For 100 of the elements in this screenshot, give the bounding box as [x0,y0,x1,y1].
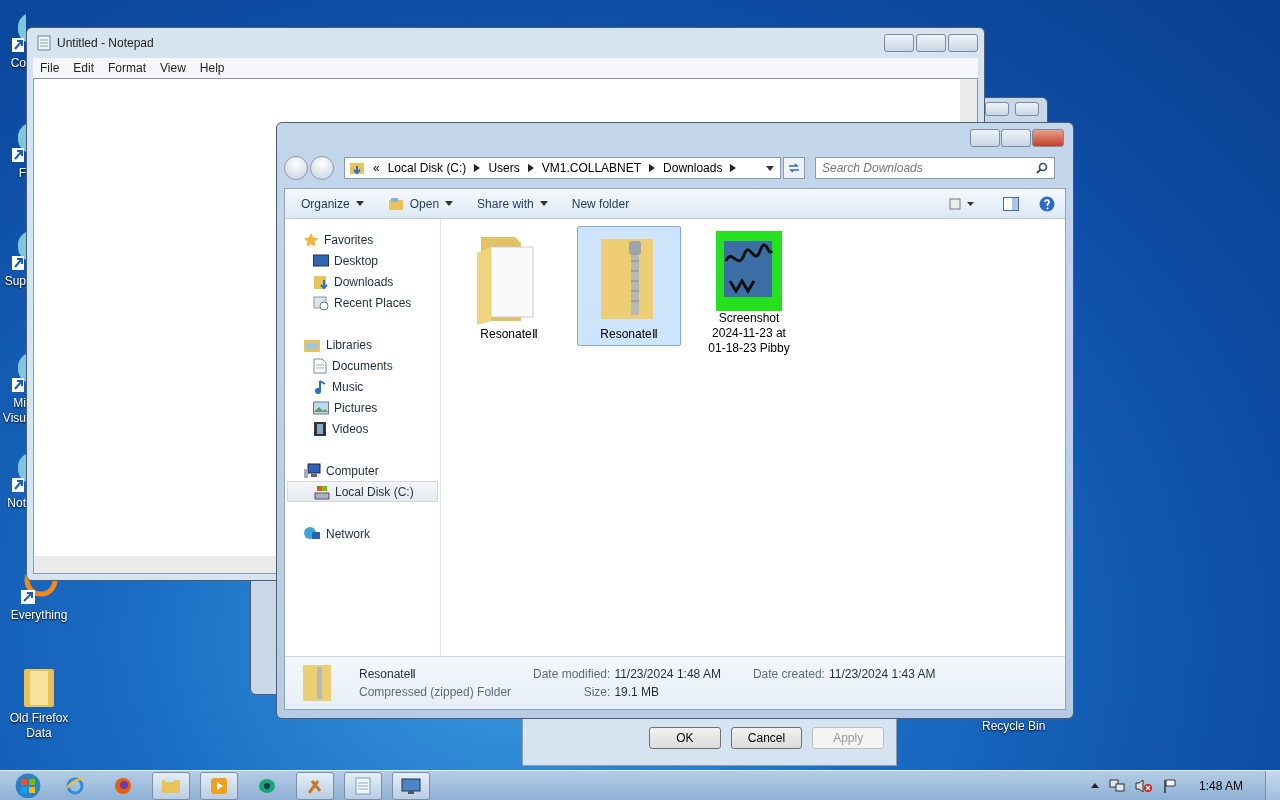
dialog-button[interactable]: OK [649,727,721,749]
nav-item[interactable]: Local Disk (C:) [287,481,438,502]
arrow-icon[interactable] [474,164,481,172]
desktop-icon-label[interactable]: Not [7,496,26,511]
desktop-icon-label[interactable]: Everything [10,608,68,623]
refresh-button[interactable] [783,157,805,179]
breadcrumb-item[interactable]: VM1.COLLABNET [541,161,642,175]
document-icon [313,357,327,374]
desktop-icon [313,253,329,268]
nav-item[interactable]: Videos [285,418,440,439]
taskbar-app-button[interactable] [296,771,334,800]
toolbar-button[interactable]: Share with [467,194,558,213]
recent-places-icon [313,294,329,311]
window-title: Untitled - Notepad [57,36,154,50]
desktop-icon-label[interactable]: Old Firefox Data [9,711,69,741]
globe-icon[interactable] [257,776,277,795]
nav-item[interactable]: Desktop [285,250,440,271]
property-value: 11/23/2024 1:48 AM [614,667,721,681]
menu-item[interactable]: File [33,61,67,75]
folder-icon [349,161,365,175]
toolbar-button[interactable]: Open [377,194,464,213]
caret-icon[interactable] [445,201,454,206]
show-desktop-button[interactable] [1265,770,1280,800]
notepad-icon [37,35,51,51]
close-button[interactable] [948,34,978,52]
menu-item[interactable]: View [153,61,193,75]
muted-speaker-icon[interactable] [1134,778,1153,793]
file-type: Compressed (zipped) Folder [359,685,509,699]
menu-item[interactable]: Help [192,61,232,75]
caret-icon[interactable] [766,165,774,171]
maximize-button[interactable] [985,102,1009,116]
arrow-icon[interactable] [649,164,656,172]
star-icon [303,231,319,248]
monitor-icon[interactable] [401,776,421,795]
property-label: Date created: [752,667,825,681]
view-options-button[interactable] [949,197,975,210]
nav-item[interactable]: Pictures [285,397,440,418]
toolbar-button[interactable]: New folder [561,194,640,213]
desktop-icon-label[interactable]: F [18,166,26,181]
forward-button[interactable] [310,156,334,180]
arrow-icon[interactable] [730,164,737,172]
desktop-icon-label[interactable]: Sup [4,274,26,289]
back-button[interactable] [284,156,308,180]
downloads-folder-icon [313,273,329,290]
network-icon [303,525,321,542]
toolbar-button[interactable]: Organize [291,194,374,213]
nav-item[interactable]: Music [285,376,440,397]
nav-item[interactable]: Computer [285,460,440,481]
refresh-icon[interactable] [787,162,801,174]
taskbar-app-button[interactable] [200,771,238,800]
breadcrumb-item[interactable]: Users [488,161,520,175]
property-label: Date modified: [533,667,611,681]
maximize-button[interactable] [916,34,946,52]
file-tile[interactable]: Screenshot 2024-11-23 at 01-18-23 Pibby [697,226,801,360]
file-tile[interactable]: ResonateⅡ [577,226,681,346]
desktop-icon-label[interactable]: Co [10,56,26,71]
nav-item[interactable]: Downloads [285,271,440,292]
help-icon[interactable] [1039,195,1055,212]
flag-icon[interactable] [1162,778,1177,793]
nav-item[interactable]: Favorites [285,229,440,250]
taskbar-app-button[interactable] [344,771,382,800]
nav-item[interactable]: Network [285,523,440,544]
browser-icon[interactable] [113,775,133,796]
file-name: ResonateⅡ [480,327,538,342]
picture-icon [313,400,329,415]
menu-item[interactable]: Format [101,61,154,75]
breadcrumb-item[interactable]: Downloads [663,161,723,175]
desktop-icon-label[interactable]: Recycle Bin [982,719,1046,733]
dialog-button[interactable]: Cancel [730,727,803,749]
taskbar-app-button[interactable] [152,771,190,800]
caret-icon[interactable] [539,201,548,206]
preview-pane-icon[interactable] [1003,196,1019,211]
show-hidden-icons-button[interactable] [1090,783,1099,788]
close-button[interactable] [1015,102,1039,116]
minimize-button[interactable] [884,34,914,52]
network-icon[interactable] [1108,778,1125,793]
maximize-button[interactable] [1001,129,1031,147]
nav-item[interactable]: Libraries [285,334,440,355]
breadcrumb-item[interactable]: Local Disk (C:) [387,161,467,175]
arrow-icon[interactable] [527,164,534,172]
file-tile[interactable]: ResonateⅡ [457,226,561,346]
nav-item[interactable]: Documents [285,355,440,376]
film-icon [313,420,327,437]
computer-icon [303,462,321,479]
address-bar[interactable]: « Local Disk (C:) Users VM1.COLLABNET Downloads [344,157,781,179]
minimize-button[interactable] [970,129,1000,147]
taskbar-app-button[interactable] [392,771,430,800]
file-name: ResonateⅡ [600,327,658,342]
file-name: Screenshot 2024-11-23 at 01-18-23 Pibby [707,311,791,356]
search-field[interactable]: Search Downloads [815,157,1055,179]
caret-icon[interactable] [355,201,364,206]
property-value: 11/23/2024 1:43 AM [828,667,936,681]
disk-drive-icon [314,483,330,500]
nav-item[interactable]: Recent Places [285,292,440,313]
clock[interactable]: 1:48 AM [1198,778,1243,793]
menu-item[interactable]: Edit [66,61,102,75]
property-value: 19.1 MB [614,685,661,699]
search-icon[interactable] [1036,162,1048,174]
overflow-chevron[interactable]: « [373,161,380,175]
desktop-icon-label[interactable]: Mi Visu [2,396,26,426]
